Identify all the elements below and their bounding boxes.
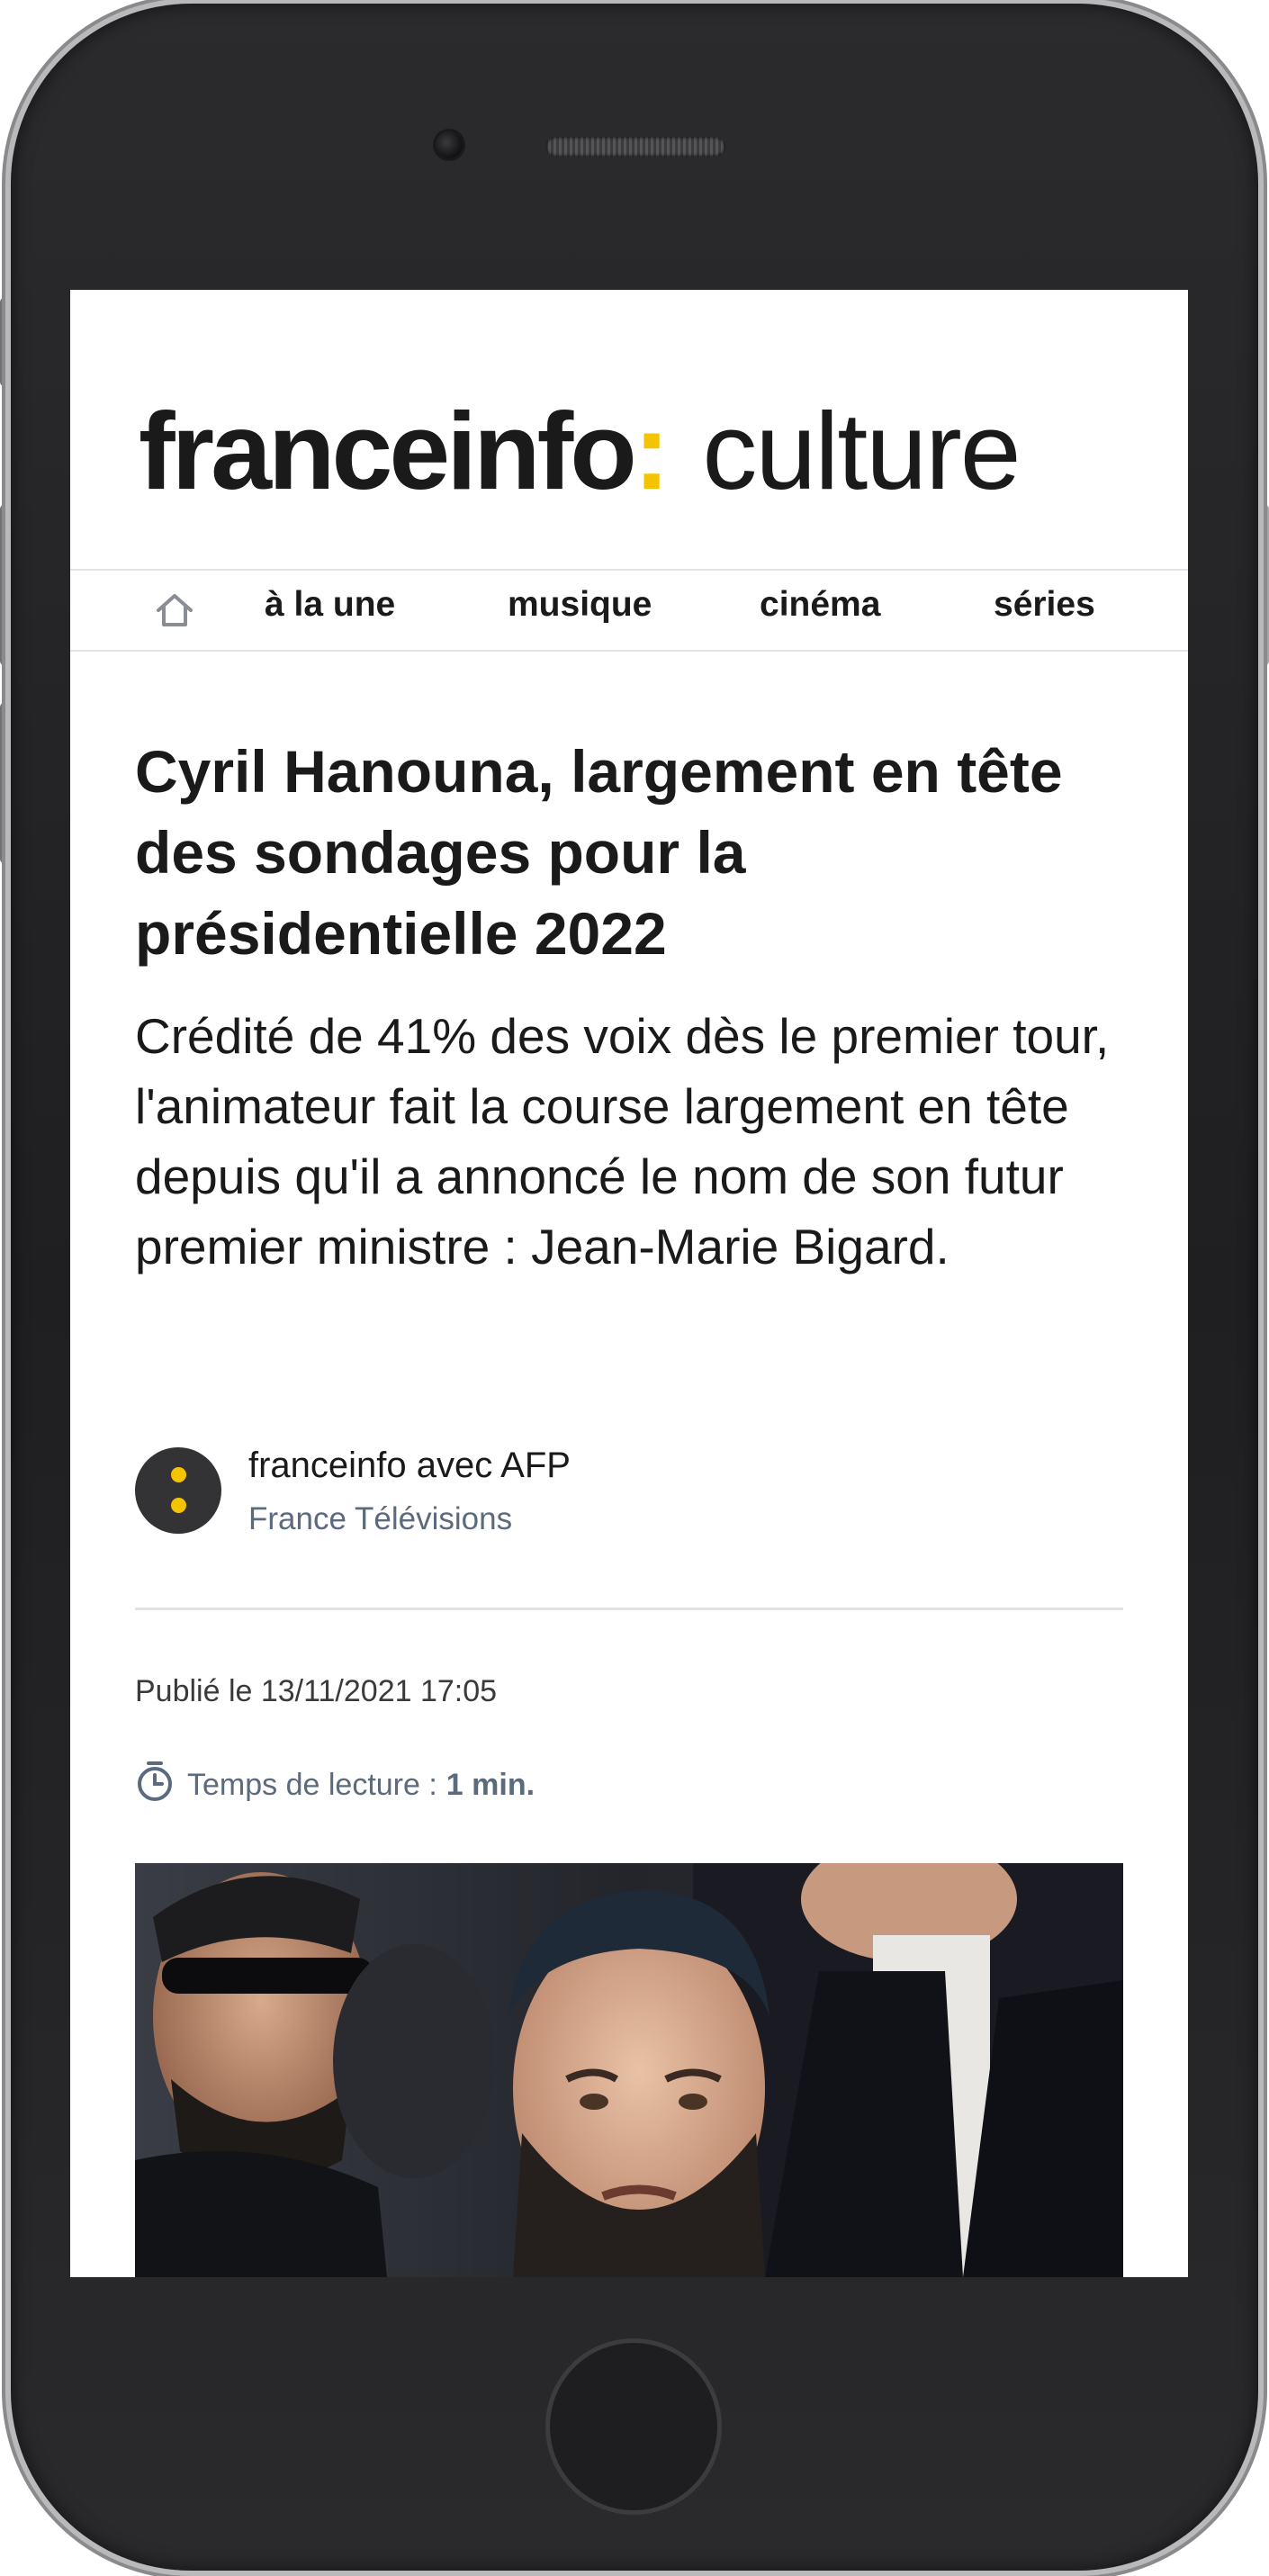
published-date: Publié le 13/11/2021 17:05 [135, 1674, 498, 1708]
site-header: franceinfo: culture [70, 290, 1188, 571]
article-lead: Crédité de 41% des voix dès le premier t… [135, 1008, 1110, 1274]
franceinfo-colon-logo-icon [135, 1447, 221, 1534]
home-button[interactable] [545, 2338, 722, 2515]
section-nav: à la une musique cinéma séries [70, 571, 1188, 652]
nav-item-musique[interactable]: musique [508, 585, 652, 625]
article-photo [135, 1863, 1123, 2277]
author-organization: France Télévisions [248, 1501, 513, 1536]
nav-item-a-la-une[interactable]: à la une [265, 585, 395, 625]
logo-colon: : [633, 390, 670, 512]
phone-frame: franceinfo: culture à la une musique ciné… [0, 0, 1269, 2576]
reading-time-label: Temps de lecture : [187, 1767, 437, 1802]
logo-section: culture [702, 390, 1021, 512]
nav-item-cinema[interactable]: cinéma [760, 585, 880, 625]
author-name[interactable]: franceinfo avec AFP [248, 1446, 571, 1486]
nav-item-series[interactable]: séries [994, 585, 1095, 625]
stopwatch-icon [135, 1760, 187, 1811]
divider [135, 1608, 1123, 1610]
earpiece-speaker [545, 137, 725, 157]
site-logo[interactable]: franceinfo: culture [139, 396, 1022, 506]
home-icon[interactable] [153, 589, 196, 632]
power-button [1256, 504, 1269, 666]
logo-franceinfo: franceinfo [139, 390, 637, 512]
reading-time-value: 1 min. [446, 1767, 536, 1802]
reading-time: Temps de lecture : 1 min. [135, 1761, 536, 1807]
article-title: Cyril Hanouna, largement en tête des son… [135, 738, 1063, 967]
front-camera [436, 131, 463, 158]
screen: franceinfo: culture à la une musique ciné… [70, 290, 1188, 2277]
